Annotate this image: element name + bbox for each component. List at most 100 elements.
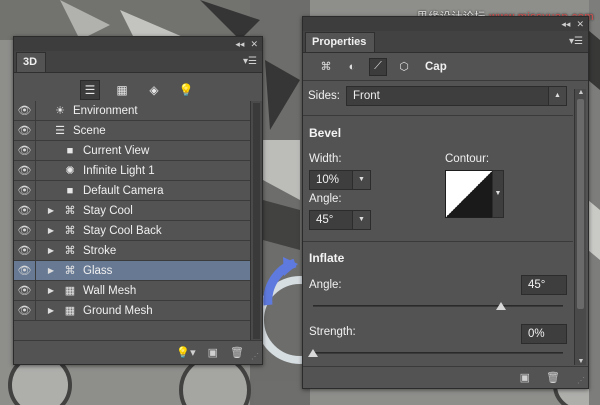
properties-scrollbar[interactable]: ▲ ▼ — [574, 89, 586, 365]
divider — [303, 241, 573, 242]
contour-preview[interactable] — [445, 170, 493, 218]
expand-arrow-icon[interactable]: ▶ — [46, 206, 56, 215]
layer-row[interactable]: 👁 ▶ ⌘ Stay Cool Back — [14, 221, 250, 241]
scroll-up-icon[interactable]: ▲ — [575, 89, 587, 96]
layer-label: Default Camera — [83, 184, 164, 197]
cap-props-icon[interactable]: ⟋ — [369, 57, 387, 76]
properties-toolbar: ⌘ ◐ ⟋ ⬡ Cap — [303, 53, 588, 81]
visibility-eye-icon[interactable]: 👁 — [14, 141, 36, 160]
sides-select[interactable]: Front ▲ — [346, 86, 567, 106]
chevron-down-icon[interactable]: ▼ — [352, 211, 370, 229]
visibility-eye-icon[interactable]: 👁 — [14, 281, 36, 300]
visibility-eye-icon[interactable]: 👁 — [14, 241, 36, 260]
bevel-header: Bevel — [309, 126, 342, 140]
mesh-icon: ⌘ — [64, 245, 76, 257]
resize-grip-icon[interactable]: ⋰ — [577, 376, 585, 385]
mesh-filter-icon[interactable]: ▦ — [112, 80, 132, 100]
light-filter-icon[interactable]: 💡 — [176, 80, 196, 100]
collapse-icon[interactable]: ◂◂ — [561, 19, 570, 30]
expand-arrow-icon[interactable]: ▶ — [46, 306, 56, 315]
bevel-angle-label: Angle: — [309, 193, 342, 205]
visibility-eye-icon[interactable]: 👁 — [14, 301, 36, 320]
layer-row[interactable]: 👁 ▶ ⌘ Stay Cool — [14, 201, 250, 221]
expand-arrow-icon[interactable]: ▶ — [46, 226, 56, 235]
camera-icon: ■ — [66, 144, 74, 157]
inflate-angle-field[interactable]: 45° — [521, 275, 567, 295]
layer-label: Stroke — [83, 244, 117, 257]
properties-footer: ▣ 🗑 — [303, 366, 588, 388]
tab-3d[interactable]: 3D — [16, 52, 47, 72]
coordinates-props-icon[interactable]: ⬡ — [395, 58, 413, 76]
scroll-down-icon[interactable]: ▼ — [575, 358, 587, 365]
panel-3d-titlebar[interactable]: ◂◂ ✕ — [14, 37, 262, 51]
inflate-header: Inflate — [309, 251, 345, 265]
chevron-down-icon[interactable]: ▼ — [352, 171, 370, 189]
layer-label: Wall Mesh — [83, 284, 137, 297]
mesh-props-icon[interactable]: ⌘ — [317, 58, 335, 76]
bevel-angle-field[interactable]: 45° ▼ — [309, 210, 371, 230]
tab-properties[interactable]: Properties — [305, 32, 376, 52]
layer-row[interactable]: 👁 ■ Current View — [14, 141, 250, 161]
scene-filter-icon[interactable]: ☰ — [80, 79, 100, 100]
panel-menu-icon[interactable]: ▾☰ — [569, 36, 583, 47]
visibility-eye-icon[interactable]: 👁 — [14, 161, 36, 180]
visibility-eye-icon[interactable]: 👁 — [14, 101, 36, 120]
layer-label: Stay Cool — [83, 204, 133, 217]
layer-label: Current View — [83, 144, 150, 157]
layer-row[interactable]: 👁 ▶ ▦ Wall Mesh — [14, 281, 250, 301]
panel-properties: ◂◂ ✕ Properties ▾☰ ⌘ ◐ ⟋ ⬡ Cap Sides: Fr… — [302, 16, 589, 389]
close-icon[interactable]: ✕ — [576, 19, 584, 30]
render-icon[interactable]: ▣ — [208, 346, 218, 359]
visibility-eye-icon[interactable]: 👁 — [14, 261, 36, 280]
panel-properties-tabbar: Properties ▾☰ — [303, 31, 588, 53]
inflate-angle-slider[interactable] — [313, 305, 563, 307]
layer-row[interactable]: 👁 ■ Default Camera — [14, 181, 250, 201]
layer-row[interactable]: 👁 ☰ Scene — [14, 121, 250, 141]
expand-arrow-icon[interactable]: ▶ — [46, 286, 56, 295]
panel-3d: ◂◂ ✕ 3D ▾☰ ☰ ▦ ◈ 💡 👁 ☀ Environment 👁 ☰ Scene 👁 ■ Cu… — [13, 36, 263, 365]
close-icon[interactable]: ✕ — [250, 39, 258, 50]
divider — [303, 115, 573, 116]
collapse-icon[interactable]: ◂◂ — [235, 39, 244, 50]
layer-label: Infinite Light 1 — [83, 164, 155, 177]
scrollbar-thumb[interactable] — [253, 103, 260, 339]
bevel-width-label: Width: — [309, 153, 342, 165]
inflate-angle-label: Angle: — [309, 279, 342, 291]
inflate-strength-slider-thumb[interactable] — [308, 349, 318, 357]
sides-label: Sides: — [308, 90, 340, 102]
inflate-strength-value: 0% — [528, 328, 545, 340]
mesh-icon: ⌘ — [64, 265, 76, 277]
chevron-down-icon[interactable]: ▼ — [492, 170, 504, 218]
expand-arrow-icon[interactable]: ▶ — [46, 246, 56, 255]
layers-list: 👁 ☀ Environment 👁 ☰ Scene 👁 ■ Current View 👁 ✺ Infi… — [14, 101, 250, 321]
visibility-eye-icon[interactable]: 👁 — [14, 181, 36, 200]
delete-icon[interactable]: 🗑 — [546, 371, 560, 384]
resize-grip-icon[interactable]: ⋰ — [251, 352, 259, 361]
visibility-eye-icon[interactable]: 👁 — [14, 221, 36, 240]
layer-label: Scene — [73, 124, 106, 137]
scrollbar-thumb[interactable] — [577, 99, 584, 309]
layer-row[interactable]: 👁 ▶ ⌘ Glass — [14, 261, 250, 281]
properties-title: Cap — [425, 60, 447, 73]
layer-row[interactable]: 👁 ✺ Infinite Light 1 — [14, 161, 250, 181]
delete-icon[interactable]: 🗑 — [230, 346, 244, 359]
visibility-eye-icon[interactable]: 👁 — [14, 121, 36, 140]
bevel-width-field[interactable]: 10% ▼ — [309, 170, 371, 190]
visibility-eye-icon[interactable]: 👁 — [14, 201, 36, 220]
expand-arrow-icon[interactable]: ▶ — [46, 266, 56, 275]
layers-scrollbar[interactable] — [250, 101, 262, 341]
render-icon[interactable]: ▣ — [520, 371, 530, 384]
inflate-angle-slider-thumb[interactable] — [495, 302, 506, 310]
add-light-icon[interactable]: 💡▾ — [176, 346, 195, 359]
inflate-strength-field[interactable]: 0% — [521, 324, 567, 344]
layer-row[interactable]: 👁 ☀ Environment — [14, 101, 250, 121]
inflate-strength-slider[interactable] — [313, 352, 563, 354]
panel-menu-icon[interactable]: ▾☰ — [243, 56, 257, 67]
light-icon: ✺ — [65, 165, 75, 177]
deform-props-icon[interactable]: ◐ — [343, 58, 361, 76]
layer-row[interactable]: 👁 ▶ ▦ Ground Mesh — [14, 301, 250, 321]
layer-row[interactable]: 👁 ▶ ⌘ Stroke — [14, 241, 250, 261]
panel-properties-titlebar[interactable]: ◂◂ ✕ — [303, 17, 588, 31]
material-filter-icon[interactable]: ◈ — [144, 80, 164, 100]
panel-3d-tabbar: 3D ▾☰ — [14, 51, 262, 73]
